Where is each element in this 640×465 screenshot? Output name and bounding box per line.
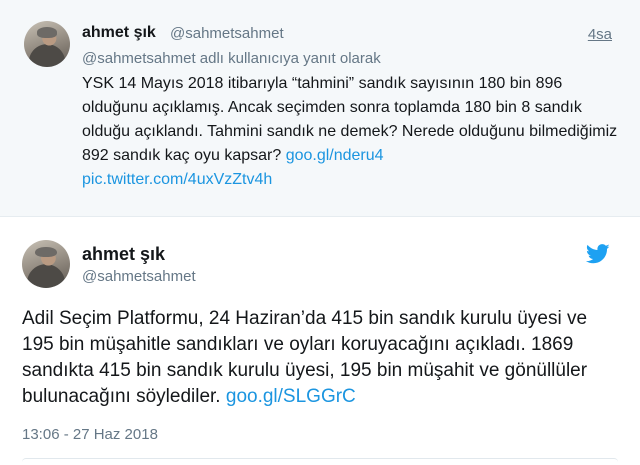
author-name[interactable]: ahmet şık [82, 244, 165, 265]
tweet-timestamp[interactable]: 13:06 - 27 Haz 2018 [22, 426, 158, 443]
tweet-link[interactable]: goo.gl/nderu4 [286, 147, 384, 164]
parent-tweet[interactable]: ahmet şık @sahmetsahmet 4sa @sahmetsahme… [0, 0, 640, 217]
tweet-text: YSK 14 Mayıs 2018 itibarıyla “tahmini” s… [82, 72, 622, 192]
avatar[interactable] [22, 240, 70, 288]
author-handle[interactable]: @sahmetsahmet [82, 268, 196, 285]
twitter-bird-icon[interactable] [586, 244, 610, 264]
tweet-time[interactable]: 4sa [588, 26, 612, 43]
reply-context: @sahmetsahmet adlı kullanıcıya yanıt ola… [82, 50, 381, 67]
author-name[interactable]: ahmet şık [82, 24, 156, 42]
tweet-link[interactable]: goo.gl/SLGGrC [226, 386, 356, 407]
pic-link[interactable]: pic.twitter.com/4uxVzZtv4h [82, 171, 272, 188]
avatar[interactable] [24, 21, 70, 67]
author-handle[interactable]: @sahmetsahmet [170, 25, 284, 42]
tweet-text: Adil Seçim Platformu, 24 Haziran’da 415 … [22, 306, 622, 410]
